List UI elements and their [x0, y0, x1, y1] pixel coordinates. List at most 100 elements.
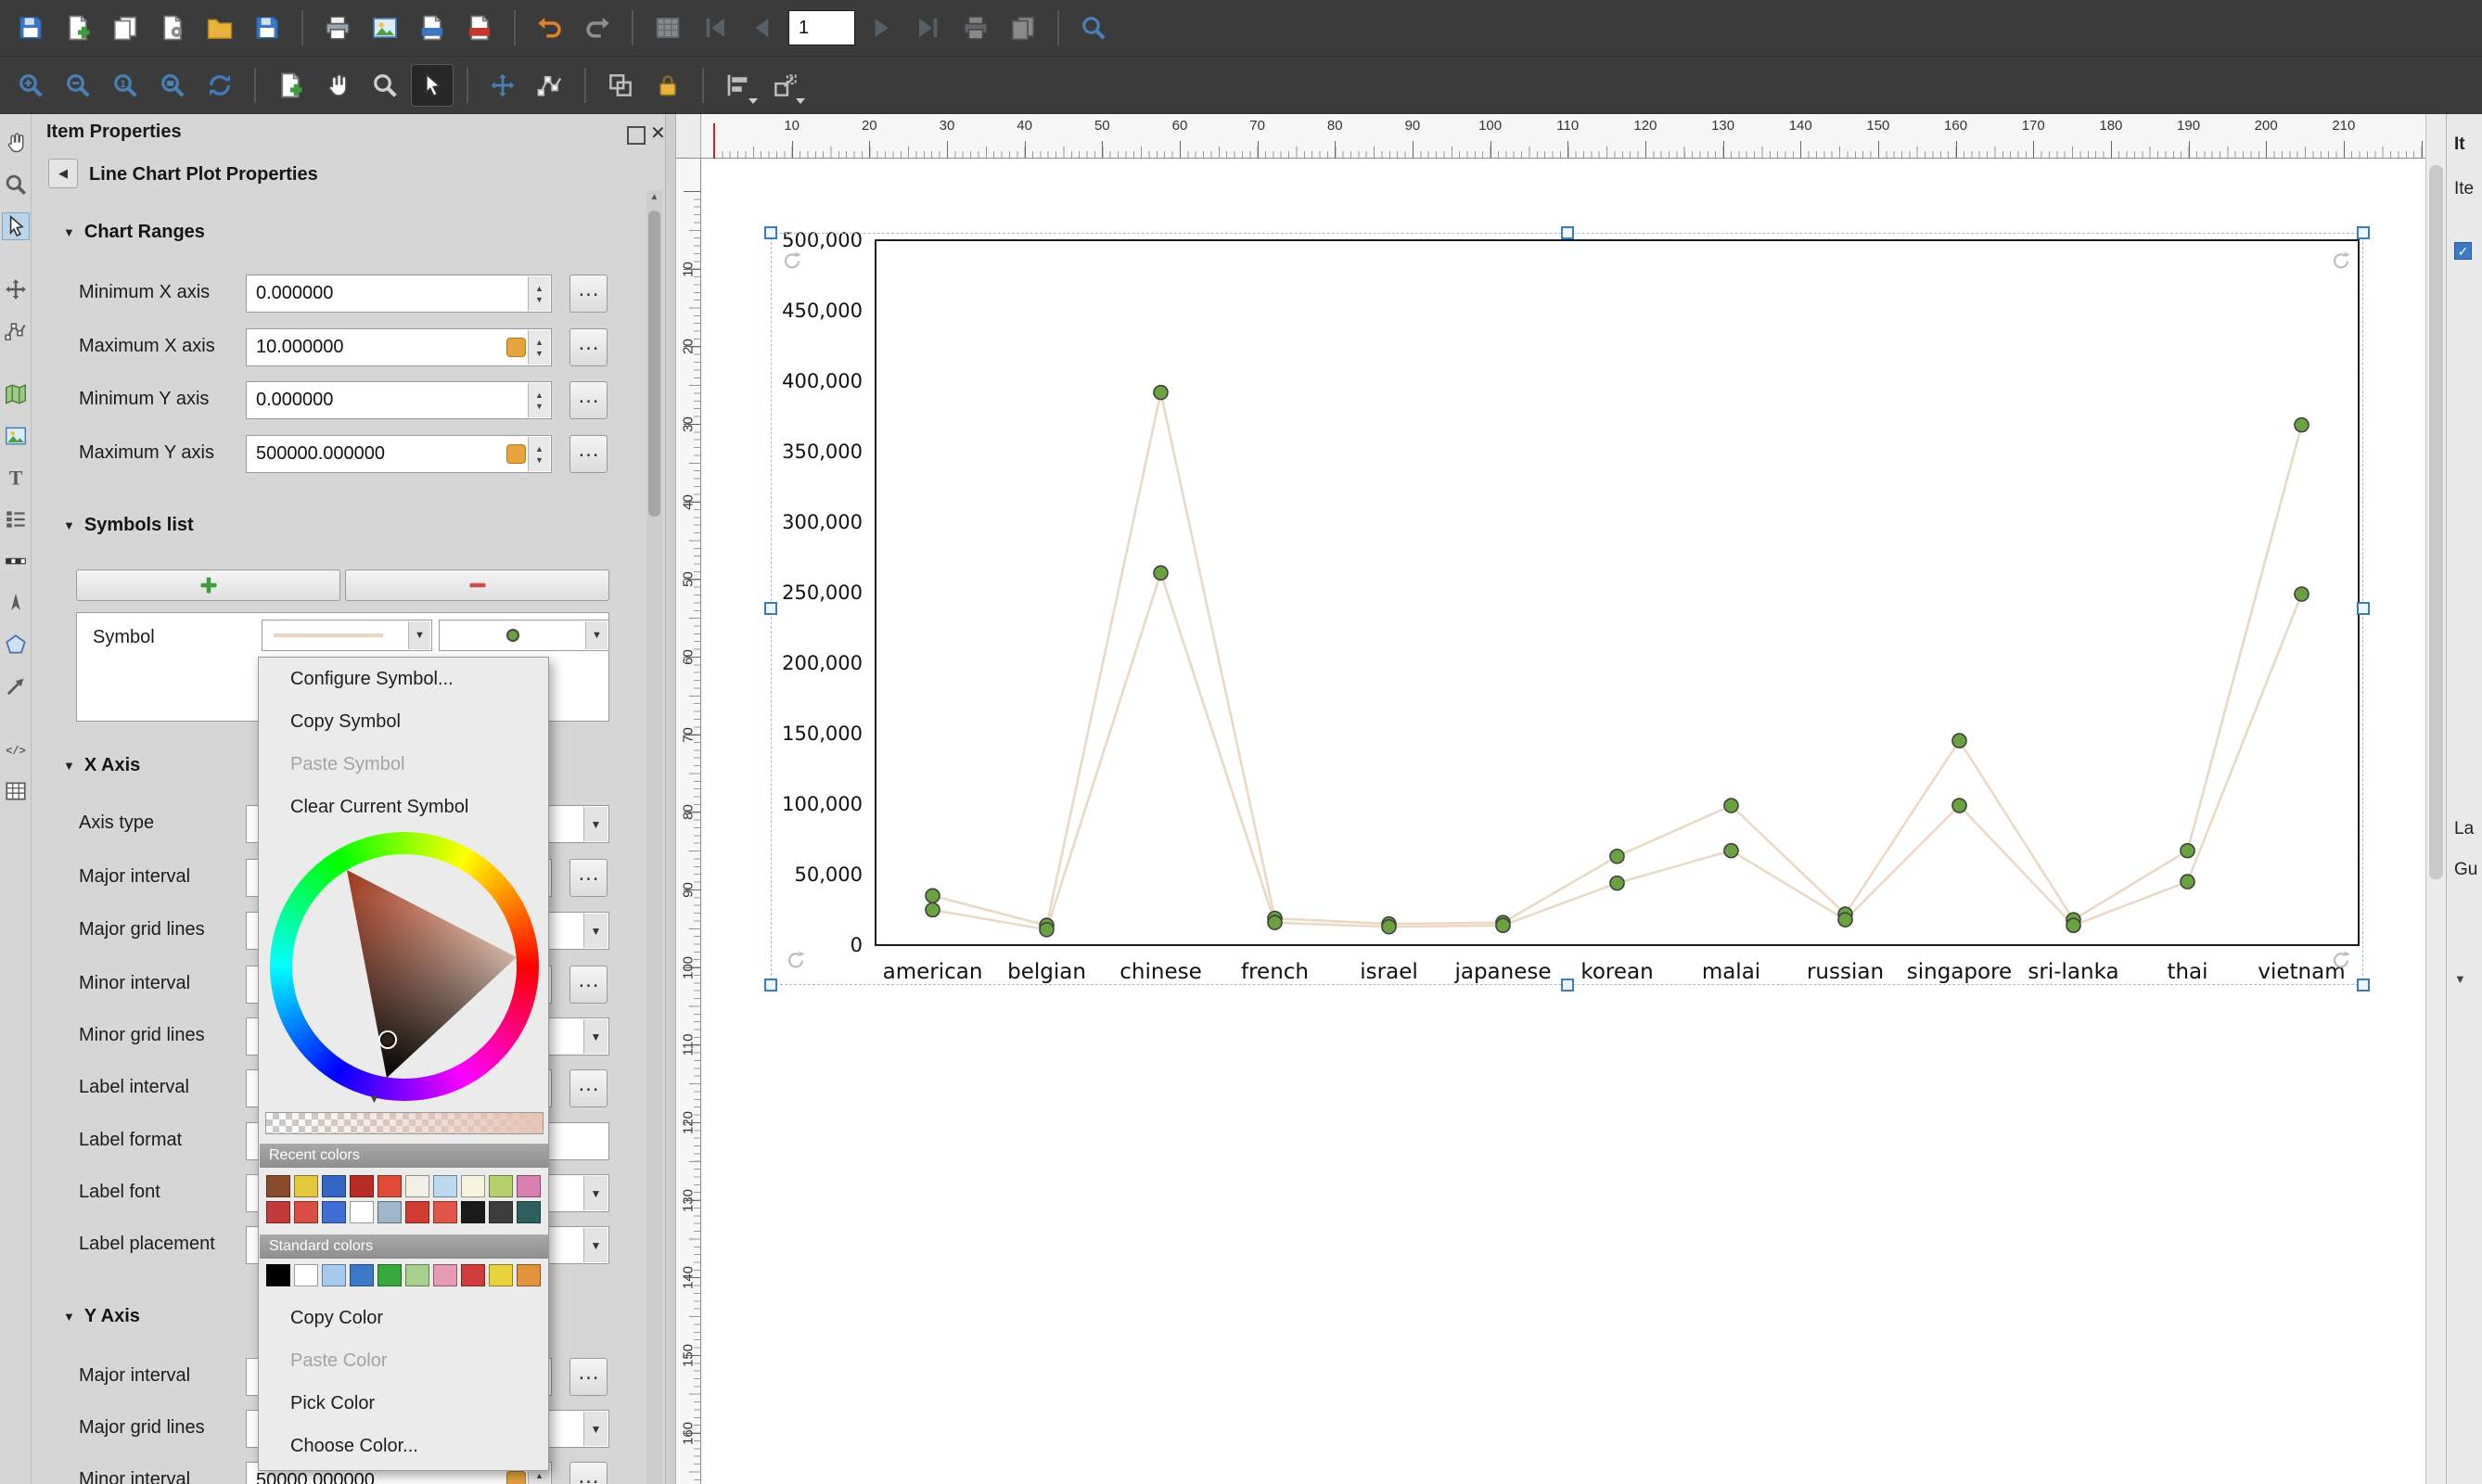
group-items-button[interactable]	[599, 64, 642, 107]
maximum-x-axis-data-defined-button[interactable]: …	[569, 328, 608, 366]
color-swatch[interactable]	[377, 1201, 402, 1223]
maximum-y-axis-data-defined-button[interactable]: …	[569, 435, 608, 473]
color-swatch[interactable]	[266, 1201, 290, 1223]
scroll-up-icon[interactable]: ▲	[646, 192, 662, 202]
save-project-button[interactable]	[9, 6, 52, 49]
back-button[interactable]: ◀	[48, 159, 78, 188]
print-atlas-button[interactable]	[954, 6, 997, 49]
selection-handle[interactable]	[1561, 226, 1574, 239]
selection-handle[interactable]	[2357, 602, 2370, 615]
color-swatch[interactable]	[350, 1201, 374, 1223]
previous-feature-button[interactable]	[741, 6, 784, 49]
menu-item-clear-current-symbol[interactable]: Clear Current Symbol	[259, 786, 548, 828]
export-atlas-button[interactable]	[1002, 6, 1044, 49]
opacity-slider[interactable]	[265, 1112, 544, 1134]
remove-symbol-button[interactable]	[345, 569, 609, 601]
color-swatch[interactable]	[405, 1175, 429, 1197]
load-template-button[interactable]	[198, 6, 241, 49]
resize-items-button[interactable]	[764, 64, 807, 107]
new-layout-button[interactable]	[57, 6, 99, 49]
add-shape-tool[interactable]	[2, 631, 30, 659]
first-feature-button[interactable]	[694, 6, 736, 49]
color-swatch[interactable]	[517, 1175, 541, 1197]
spin-buttons[interactable]: ▲▼	[528, 276, 550, 311]
section-x-axis[interactable]: ▼ X Axis	[63, 751, 140, 779]
color-swatch[interactable]	[266, 1264, 290, 1286]
redo-button[interactable]	[576, 6, 619, 49]
color-swatch[interactable]	[350, 1264, 374, 1286]
export-svg-button[interactable]	[411, 6, 454, 49]
color-swatch[interactable]	[350, 1175, 374, 1197]
duplicate-layout-button[interactable]	[104, 6, 147, 49]
select-item-tool[interactable]	[2, 212, 30, 240]
color-swatch[interactable]	[517, 1201, 541, 1223]
edit-nodes-tool[interactable]	[2, 317, 30, 345]
add-picture-tool[interactable]	[2, 422, 30, 450]
add-legend-tool[interactable]	[2, 505, 30, 533]
minor-interval-data-defined-button[interactable]: …	[569, 1462, 608, 1484]
maximum-y-axis-field[interactable]: 500000.000000▲▼	[246, 435, 552, 473]
move-content-tool[interactable]	[2, 275, 30, 303]
label-interval-data-defined-button[interactable]: …	[569, 1069, 608, 1107]
color-swatch[interactable]	[377, 1264, 402, 1286]
print-layout-button[interactable]	[316, 6, 359, 49]
menu-item-copy-color[interactable]: Copy Color	[259, 1297, 548, 1339]
zoom-out-button[interactable]	[57, 64, 99, 107]
add-north-arrow-tool[interactable]	[2, 589, 30, 617]
zoom-tool-button[interactable]	[364, 64, 406, 107]
add-arrow-tool[interactable]	[2, 672, 30, 700]
selection-handle[interactable]	[764, 602, 777, 615]
menu-item-choose-color[interactable]: Choose Color...	[259, 1425, 548, 1467]
spin-buttons[interactable]: ▲▼	[528, 330, 550, 365]
last-feature-button[interactable]	[907, 6, 950, 49]
selection-handle[interactable]	[1561, 979, 1574, 991]
panel-splitter[interactable]	[665, 114, 676, 1484]
menu-item-copy-symbol[interactable]: Copy Symbol	[259, 700, 548, 743]
minimum-x-axis-field[interactable]: 0.000000▲▼	[246, 275, 552, 313]
zoom-tool[interactable]	[2, 171, 30, 198]
menu-item-pick-color[interactable]: Pick Color	[259, 1382, 548, 1425]
color-swatch[interactable]	[489, 1264, 513, 1286]
export-pdf-button[interactable]	[458, 6, 501, 49]
minimum-y-axis-field[interactable]: 0.000000▲▼	[246, 381, 552, 419]
add-symbol-button[interactable]	[76, 569, 340, 601]
spin-buttons[interactable]: ▲▼	[528, 383, 550, 417]
item-visibility-checkbox[interactable]: ✓	[2454, 242, 2472, 260]
section-chart-ranges[interactable]: ▼ Chart Ranges	[63, 218, 205, 246]
canvas-scrollbar[interactable]	[2425, 114, 2446, 1484]
zoom-full-button[interactable]	[151, 64, 194, 107]
maximum-x-axis-field[interactable]: 10.000000▲▼	[246, 328, 552, 366]
spin-buttons[interactable]: ▲▼	[528, 437, 550, 471]
color-wheel[interactable]	[270, 832, 539, 1101]
color-swatch[interactable]	[266, 1175, 290, 1197]
move-item-content-button[interactable]	[481, 64, 524, 107]
scrollbar-thumb[interactable]	[2429, 165, 2443, 879]
color-swatch[interactable]	[322, 1264, 346, 1286]
color-swatch[interactable]	[433, 1264, 457, 1286]
zoom-actual-button[interactable]	[104, 64, 147, 107]
color-swatch[interactable]	[517, 1264, 541, 1286]
lock-items-button[interactable]	[646, 64, 689, 107]
expression-icon[interactable]	[506, 444, 526, 464]
color-swatch[interactable]	[433, 1201, 457, 1223]
section-symbols-list[interactable]: ▼ Symbols list	[63, 511, 194, 539]
minor-interval-data-defined-button[interactable]: …	[569, 966, 608, 1004]
marker-symbol-dropdown[interactable]: ▼	[439, 620, 609, 651]
color-swatch[interactable]	[294, 1201, 318, 1223]
section-y-axis[interactable]: ▼ Y Axis	[63, 1302, 140, 1330]
expression-icon[interactable]	[506, 1471, 526, 1484]
layout-manager-button[interactable]	[151, 6, 194, 49]
color-swatch[interactable]	[461, 1201, 485, 1223]
color-swatch[interactable]	[433, 1175, 457, 1197]
edit-nodes-button[interactable]	[529, 64, 571, 107]
close-panel-button[interactable]: ✕	[650, 122, 666, 145]
add-label-tool[interactable]	[2, 464, 30, 492]
color-swatch[interactable]	[461, 1264, 485, 1286]
selection-handle[interactable]	[764, 979, 777, 991]
add-scalebar-tool[interactable]	[2, 547, 30, 575]
color-swatch[interactable]	[405, 1264, 429, 1286]
major-interval-data-defined-button[interactable]: …	[569, 859, 608, 897]
menu-item-configure-symbol[interactable]: Configure Symbol...	[259, 658, 548, 700]
selection-handle[interactable]	[2357, 979, 2370, 991]
export-image-button[interactable]	[364, 6, 406, 49]
